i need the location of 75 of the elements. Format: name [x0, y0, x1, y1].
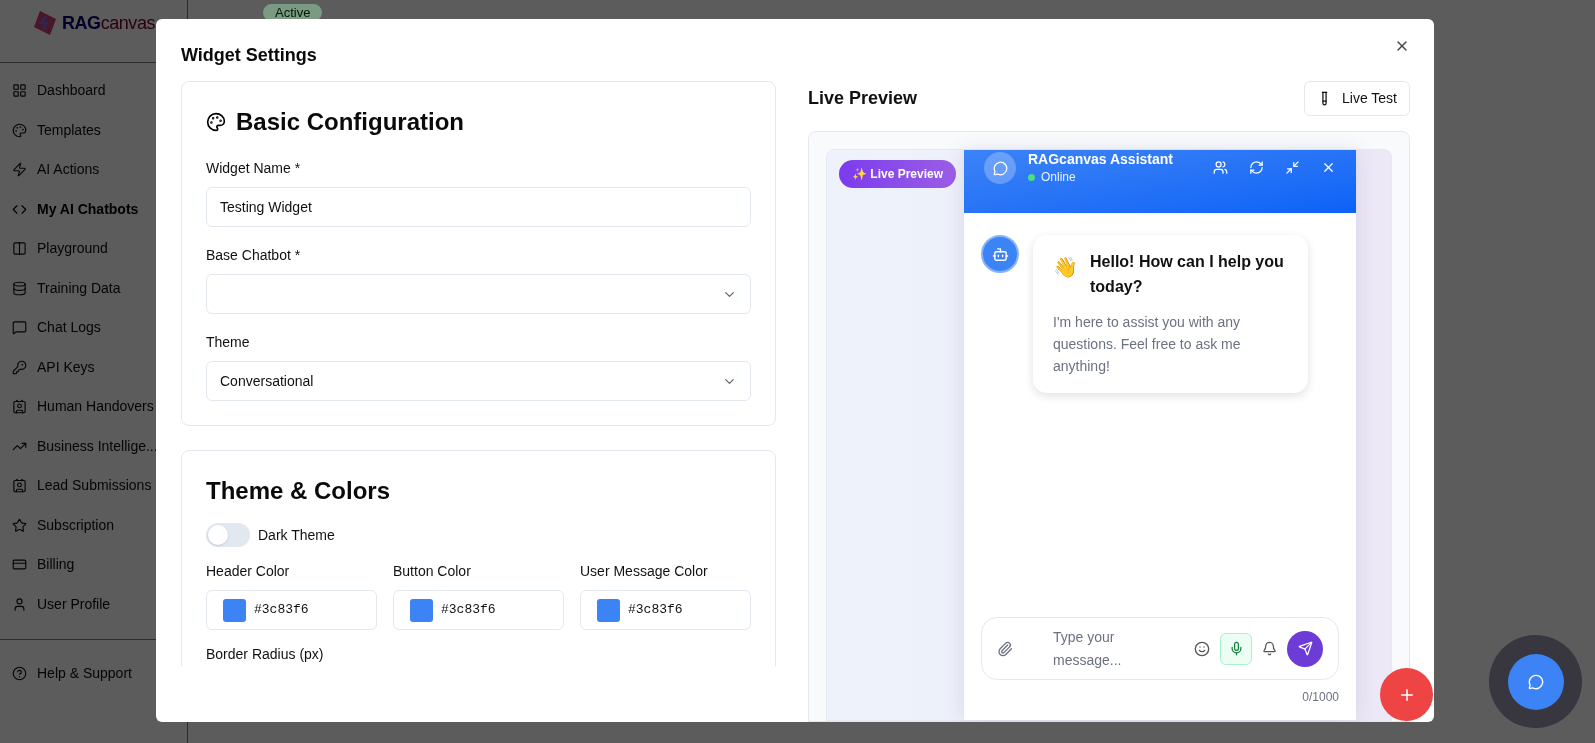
sidebar-item[interactable]: Chat Logs [12, 308, 175, 348]
send-icon [1297, 641, 1313, 656]
nav-icon [12, 557, 27, 573]
nav-icon [12, 83, 27, 99]
field-label: Border Radius (px) [206, 645, 325, 664]
field-label: User Message Color [580, 562, 709, 581]
field-label: Theme [206, 333, 251, 352]
nav-icon [12, 596, 27, 612]
chat-bubble-icon [992, 160, 1008, 176]
palette-icon [206, 112, 226, 132]
modal-title: Widget Settings [181, 44, 317, 67]
section-title: Theme & Colors [206, 476, 392, 506]
refresh-icon[interactable] [1249, 160, 1264, 175]
theme-select[interactable]: Conversational [206, 361, 751, 401]
color-value: #3c83f6 [254, 601, 309, 620]
widget-name-input[interactable]: Testing Widget [206, 187, 751, 227]
sidebar-item[interactable]: Playground [12, 229, 175, 269]
dark-theme-toggle[interactable] [206, 523, 250, 547]
logo-icon [32, 10, 58, 36]
nav-icon [12, 359, 27, 375]
message-text: I'm here to assist you with any questions. Feel free to ask me anything! [1053, 313, 1242, 376]
nav-icon [12, 320, 27, 336]
live-test-button[interactable]: Live Test [1304, 81, 1410, 116]
microphone-icon [1228, 641, 1244, 656]
color-picker-field[interactable]: #3c83f6 [580, 590, 751, 630]
microphone-button[interactable] [1220, 632, 1252, 665]
users-icon[interactable] [1213, 160, 1228, 175]
sidebar-item[interactable]: Lead Submissions [12, 466, 175, 506]
character-counter: 0/1000 [1302, 689, 1339, 706]
sidebar-item[interactable]: Help & Support [12, 658, 175, 688]
chat-title: RAGcanvas Assistant [1028, 150, 1173, 168]
sidebar-item[interactable]: Templates [12, 110, 175, 150]
nav-icon [12, 122, 27, 138]
nav-icon [12, 280, 27, 296]
sidebar-item[interactable]: Subscription [12, 505, 175, 545]
sidebar-item[interactable]: Dashboard [12, 71, 175, 111]
section-title: Basic Configuration [236, 107, 464, 137]
nav-icon [12, 399, 27, 415]
color-value: #3c83f6 [441, 601, 496, 620]
toggle-label: Dark Theme [258, 525, 335, 545]
field-label: Button Color [393, 562, 472, 581]
close-icon[interactable] [1321, 160, 1336, 175]
greeting-emoji: 👋 [1053, 255, 1078, 280]
bell-icon[interactable] [1262, 641, 1277, 656]
field-label: Widget Name * [206, 159, 302, 178]
nav-icon [12, 241, 27, 257]
sidebar-item[interactable]: AI Actions [12, 150, 175, 190]
sidebar-item[interactable]: Training Data [12, 268, 175, 308]
emoji-icon[interactable] [1194, 640, 1210, 657]
help-icon [12, 665, 27, 681]
color-picker-field[interactable]: #3c83f6 [393, 590, 564, 630]
sidebar-item[interactable]: User Profile [12, 584, 175, 624]
field-label: Base Chatbot * [206, 246, 302, 265]
color-value: #3c83f6 [628, 601, 683, 620]
greeting-text: Hello! How can I help you today? [1090, 252, 1285, 297]
paperclip-icon[interactable] [997, 640, 1013, 657]
live-preview-badge: ✨ Live Preview [839, 160, 957, 188]
panel-title: Live Preview [808, 87, 918, 110]
nav-icon [12, 517, 27, 533]
sidebar-item[interactable]: Human Handovers [12, 387, 175, 427]
nav-icon [12, 478, 27, 494]
send-button[interactable] [1287, 630, 1323, 667]
sidebar-item[interactable]: API Keys [12, 347, 175, 387]
color-picker-field[interactable]: #3c83f6 [206, 590, 377, 630]
logo-text: RAGcanvas [62, 11, 155, 35]
minimize-icon[interactable] [1285, 160, 1300, 175]
chat-status: Online [1041, 169, 1076, 186]
nav-icon [12, 162, 27, 178]
chat-bubble-icon [1527, 673, 1544, 690]
field-label: Header Color [206, 562, 291, 581]
sidebar-item[interactable]: Business Intellige... [12, 426, 175, 466]
sidebar-item[interactable]: My AI Chatbots [12, 189, 175, 229]
sidebar-item[interactable]: Billing [12, 545, 175, 585]
bot-icon [991, 245, 1009, 263]
message-input[interactable]: Type your message... [1053, 625, 1153, 672]
